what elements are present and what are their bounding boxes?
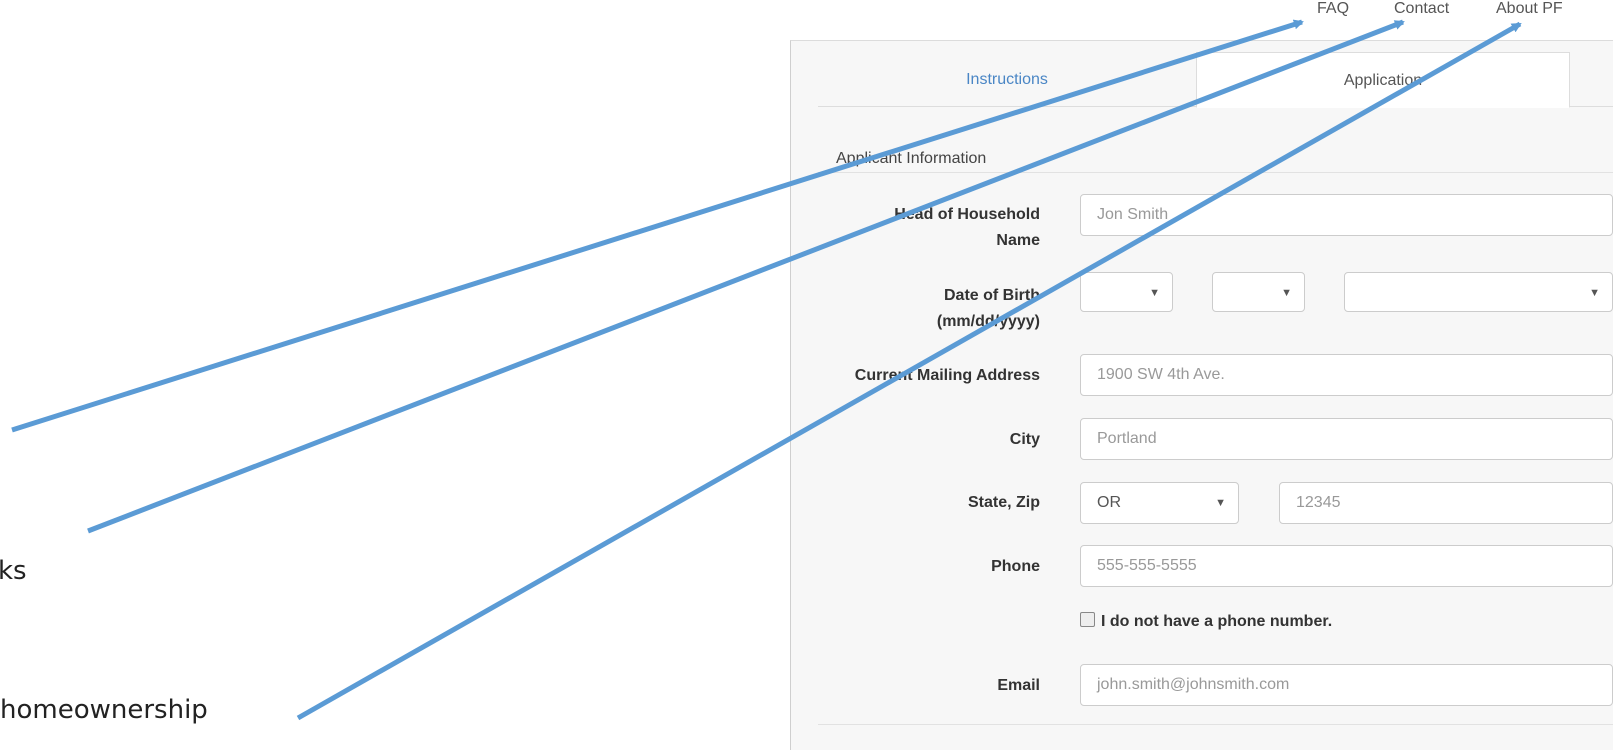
head-label-line2: Name — [996, 232, 1040, 249]
tab-application[interactable]: Application — [1196, 52, 1570, 108]
state-selected-value: OR — [1097, 494, 1121, 511]
dob-year-select[interactable]: ▼ — [1344, 272, 1613, 312]
no-phone-checkbox-row[interactable]: I do not have a phone number. — [1080, 612, 1332, 631]
dob-label-line2: (mm/dd/yyyy) — [936, 313, 1040, 330]
phone-label: Phone — [991, 558, 1040, 575]
dob-day-select[interactable]: ▼ — [1212, 272, 1305, 312]
no-phone-label: I do not have a phone number. — [1101, 613, 1333, 630]
state-zip-label: State, Zip — [967, 494, 1040, 511]
address-label: Current Mailing Address — [854, 367, 1040, 384]
bottom-divider — [818, 724, 1613, 725]
caret-down-icon: ▼ — [1589, 287, 1600, 299]
zip-input[interactable]: 12345 — [1279, 482, 1613, 524]
nav-link-about[interactable]: About PF — [1496, 0, 1563, 18]
tab-bar: Instructions Application — [818, 52, 1613, 108]
section-title: Applicant Information — [836, 150, 987, 167]
top-navigation-bar — [792, 0, 1613, 40]
nav-link-faq[interactable]: FAQ — [1317, 0, 1349, 18]
caret-down-icon: ▼ — [1281, 287, 1292, 299]
dob-label: Date of Birth (mm/dd/yyyy) — [937, 283, 1040, 335]
city-input[interactable]: Portland — [1080, 418, 1613, 460]
head-of-household-input[interactable]: Jon Smith — [1080, 194, 1613, 236]
address-input[interactable]: 1900 SW 4th Ave. — [1080, 354, 1613, 396]
nav-link-contact[interactable]: Contact — [1394, 0, 1449, 18]
city-label: City — [1009, 431, 1040, 448]
caret-down-icon: ▼ — [1149, 287, 1160, 299]
head-of-household-label: Head of Household Name — [894, 202, 1040, 254]
annotation-text-ks: ks — [0, 556, 27, 586]
email-label: Email — [997, 677, 1040, 694]
caret-down-icon: ▼ — [1215, 497, 1226, 509]
state-select[interactable]: OR ▼ — [1080, 482, 1239, 524]
checkbox-icon[interactable] — [1080, 612, 1095, 627]
tab-instructions[interactable]: Instructions — [818, 52, 1196, 106]
dob-month-select[interactable]: ▼ — [1080, 272, 1173, 312]
annotation-text-homeownership: homeownership — [0, 695, 208, 725]
email-input[interactable]: john.smith@johnsmith.com — [1080, 664, 1613, 706]
dob-label-line1: Date of Birth — [944, 287, 1040, 304]
phone-input[interactable]: 555-555-5555 — [1080, 545, 1613, 587]
section-divider — [818, 172, 1613, 173]
head-label-line1: Head of Household — [894, 206, 1040, 223]
